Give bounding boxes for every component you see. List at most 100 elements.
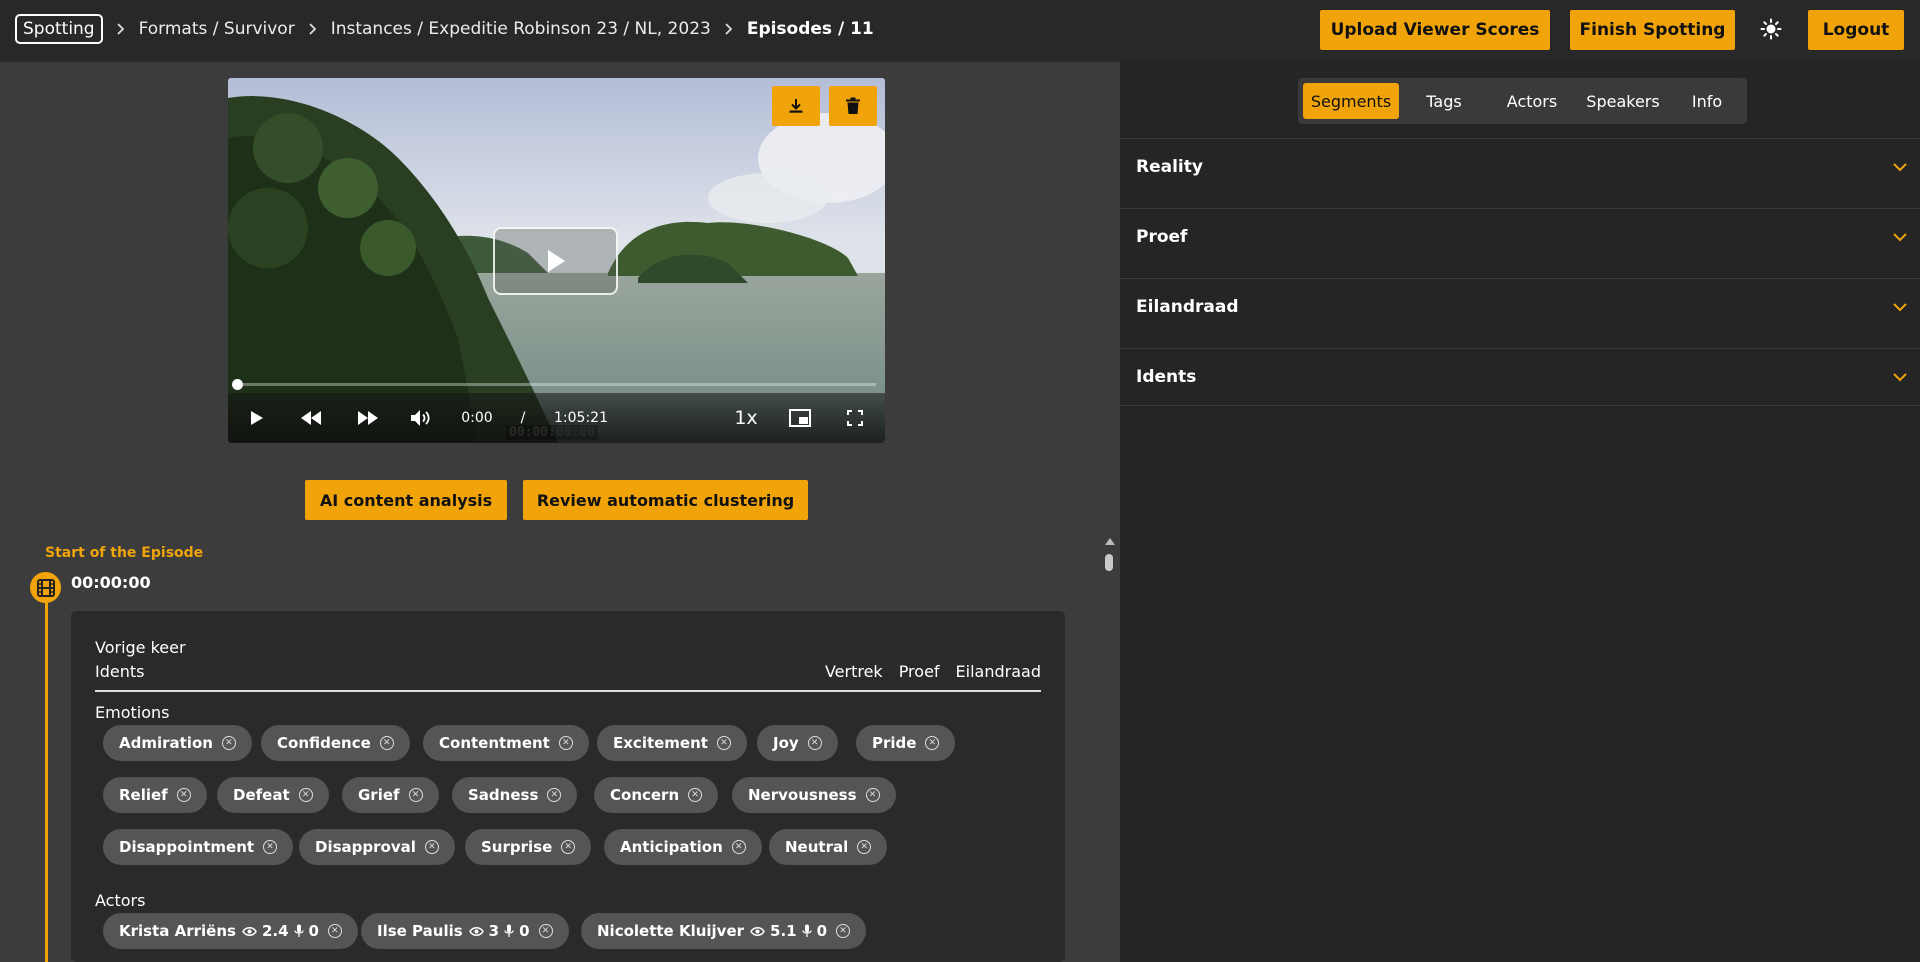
scrollbar[interactable] [1103, 538, 1115, 962]
chevron-right-icon [295, 22, 331, 36]
accordion-label: Idents [1136, 367, 1197, 387]
rewind-button[interactable] [298, 407, 324, 429]
timeline-start-time: 00:00:00 [71, 573, 151, 592]
emotion-chip[interactable]: Disapproval ✕ [299, 829, 455, 865]
picture-in-picture-button[interactable] [788, 407, 812, 429]
microphone-icon [504, 924, 514, 937]
segment-link-vertrek[interactable]: Vertrek [825, 662, 883, 681]
emotion-chip[interactable]: Joy ✕ [757, 725, 838, 761]
emotion-chip[interactable]: Confidence ✕ [261, 725, 410, 761]
chevron-right-icon [711, 22, 747, 36]
segment-link-proef[interactable]: Proef [899, 662, 940, 681]
main-pane: 0:00 / 1:05:21 1x 00:00:00:00 AI content… [0, 62, 1120, 962]
remove-icon[interactable]: ✕ [716, 736, 731, 750]
remove-icon[interactable]: ✕ [561, 840, 576, 854]
remove-icon[interactable]: ✕ [807, 736, 822, 750]
emotion-chip[interactable]: Neutral ✕ [769, 829, 888, 865]
emotion-chip[interactable]: Nervousness ✕ [732, 777, 896, 813]
emotion-chip[interactable]: Sadness ✕ [452, 777, 578, 813]
tab-actors[interactable]: Actors [1490, 83, 1574, 119]
accordion-eilandraad[interactable]: Eilandraad [1120, 278, 1920, 336]
actor-chip[interactable]: Ilse Paulis 3 0 ✕ [361, 913, 569, 949]
breadcrumb-episode: Episodes / 11 [746, 19, 874, 39]
chevron-right-icon [103, 22, 139, 36]
remove-icon[interactable]: ✕ [688, 788, 703, 802]
volume-icon [411, 410, 430, 426]
emotion-chip[interactable]: Relief ✕ [103, 777, 207, 813]
remove-icon[interactable]: ✕ [857, 840, 872, 854]
upload-viewer-scores-button[interactable]: Upload Viewer Scores [1320, 10, 1550, 50]
emotion-chip[interactable]: Excitement ✕ [597, 725, 747, 761]
picture-in-picture-icon [789, 409, 811, 427]
fullscreen-button[interactable] [844, 407, 866, 429]
tab-speakers[interactable]: Speakers [1578, 83, 1668, 119]
chip-label: Defeat [233, 786, 290, 804]
breadcrumb-instance[interactable]: Instances / Expeditie Robinson 23 / NL, … [331, 19, 711, 39]
actor-chip[interactable]: Nicolette Kluijver 5.1 0 ✕ [581, 913, 867, 949]
remove-icon[interactable]: ✕ [221, 736, 236, 750]
progress-handle[interactable] [232, 379, 243, 390]
play-overlay-button[interactable] [493, 227, 618, 295]
remove-icon[interactable]: ✕ [925, 736, 940, 750]
accordion-proef[interactable]: Proef [1120, 208, 1920, 266]
play-icon [547, 250, 565, 272]
eye-icon [242, 926, 257, 936]
review-clustering-button[interactable]: Review automatic clustering [523, 480, 808, 520]
logout-button[interactable]: Logout [1808, 10, 1904, 50]
sun-icon[interactable] [1758, 16, 1784, 42]
segment-links: Vertrek Proef Eilandraad [825, 662, 1041, 681]
remove-icon[interactable]: ✕ [327, 924, 342, 938]
segment-current[interactable]: Idents [95, 662, 144, 681]
finish-spotting-button[interactable]: Finish Spotting [1570, 10, 1735, 50]
emotion-chip[interactable]: Disappointment ✕ [103, 829, 294, 865]
actor-speaks: 0 [519, 922, 530, 940]
remove-icon[interactable]: ✕ [424, 840, 439, 854]
video-player[interactable]: 0:00 / 1:05:21 1x 00:00:00:00 [228, 78, 885, 443]
ai-content-analysis-button[interactable]: AI content analysis [305, 480, 507, 520]
emotion-chip[interactable]: Admiration ✕ [103, 725, 252, 761]
remove-icon[interactable]: ✕ [538, 924, 553, 938]
play-button[interactable] [246, 407, 268, 429]
playback-speed-button[interactable]: 1x [731, 407, 761, 429]
emotion-chip[interactable]: Contentment ✕ [423, 725, 589, 761]
tab-info[interactable]: Info [1672, 83, 1742, 119]
progress-bar[interactable] [232, 379, 876, 390]
side-panel: Segments Tags Actors Speakers Info Reali… [1120, 62, 1920, 962]
scroll-up-arrow-icon[interactable] [1105, 538, 1115, 545]
emotion-chip[interactable]: Concern ✕ [594, 777, 719, 813]
remove-icon[interactable]: ✕ [298, 788, 313, 802]
breadcrumb-home[interactable]: Spotting [15, 14, 103, 44]
fast-forward-button[interactable] [355, 407, 381, 429]
remove-icon[interactable]: ✕ [865, 788, 880, 802]
emotion-chip[interactable]: Grief ✕ [342, 777, 439, 813]
emotion-chip[interactable]: Surprise ✕ [465, 829, 592, 865]
remove-icon[interactable]: ✕ [379, 736, 394, 750]
segment-card: Vorige keer Idents Vertrek Proef Eilandr… [71, 611, 1065, 962]
volume-button[interactable] [409, 407, 433, 429]
accordion-idents[interactable]: Idents [1120, 348, 1920, 406]
trash-icon [846, 97, 860, 114]
tab-tags[interactable]: Tags [1404, 83, 1484, 119]
divider [95, 690, 1041, 692]
remove-icon[interactable]: ✕ [176, 788, 191, 802]
remove-icon[interactable]: ✕ [263, 840, 278, 854]
breadcrumb-format[interactable]: Formats / Survivor [139, 19, 295, 39]
remove-icon[interactable]: ✕ [547, 788, 562, 802]
scroll-thumb[interactable] [1105, 554, 1113, 571]
remove-icon[interactable]: ✕ [558, 736, 573, 750]
remove-icon[interactable]: ✕ [408, 788, 423, 802]
tab-segments[interactable]: Segments [1303, 83, 1399, 119]
actor-chip[interactable]: Krista Arriëns 2.4 0 ✕ [103, 913, 358, 949]
emotion-chip[interactable]: Anticipation ✕ [604, 829, 762, 865]
microphone-icon [801, 924, 812, 937]
actors-label: Actors [95, 891, 146, 910]
emotion-chip[interactable]: Pride ✕ [856, 725, 956, 761]
timeline-start-label: Start of the Episode [45, 545, 204, 561]
segment-link-eilandraad[interactable]: Eilandraad [956, 662, 1041, 681]
emotion-chip[interactable]: Defeat ✕ [217, 777, 329, 813]
accordion-reality[interactable]: Reality [1120, 138, 1920, 196]
delete-button[interactable] [829, 86, 877, 126]
download-button[interactable] [772, 86, 820, 126]
remove-icon[interactable]: ✕ [731, 840, 746, 854]
remove-icon[interactable]: ✕ [836, 924, 851, 938]
